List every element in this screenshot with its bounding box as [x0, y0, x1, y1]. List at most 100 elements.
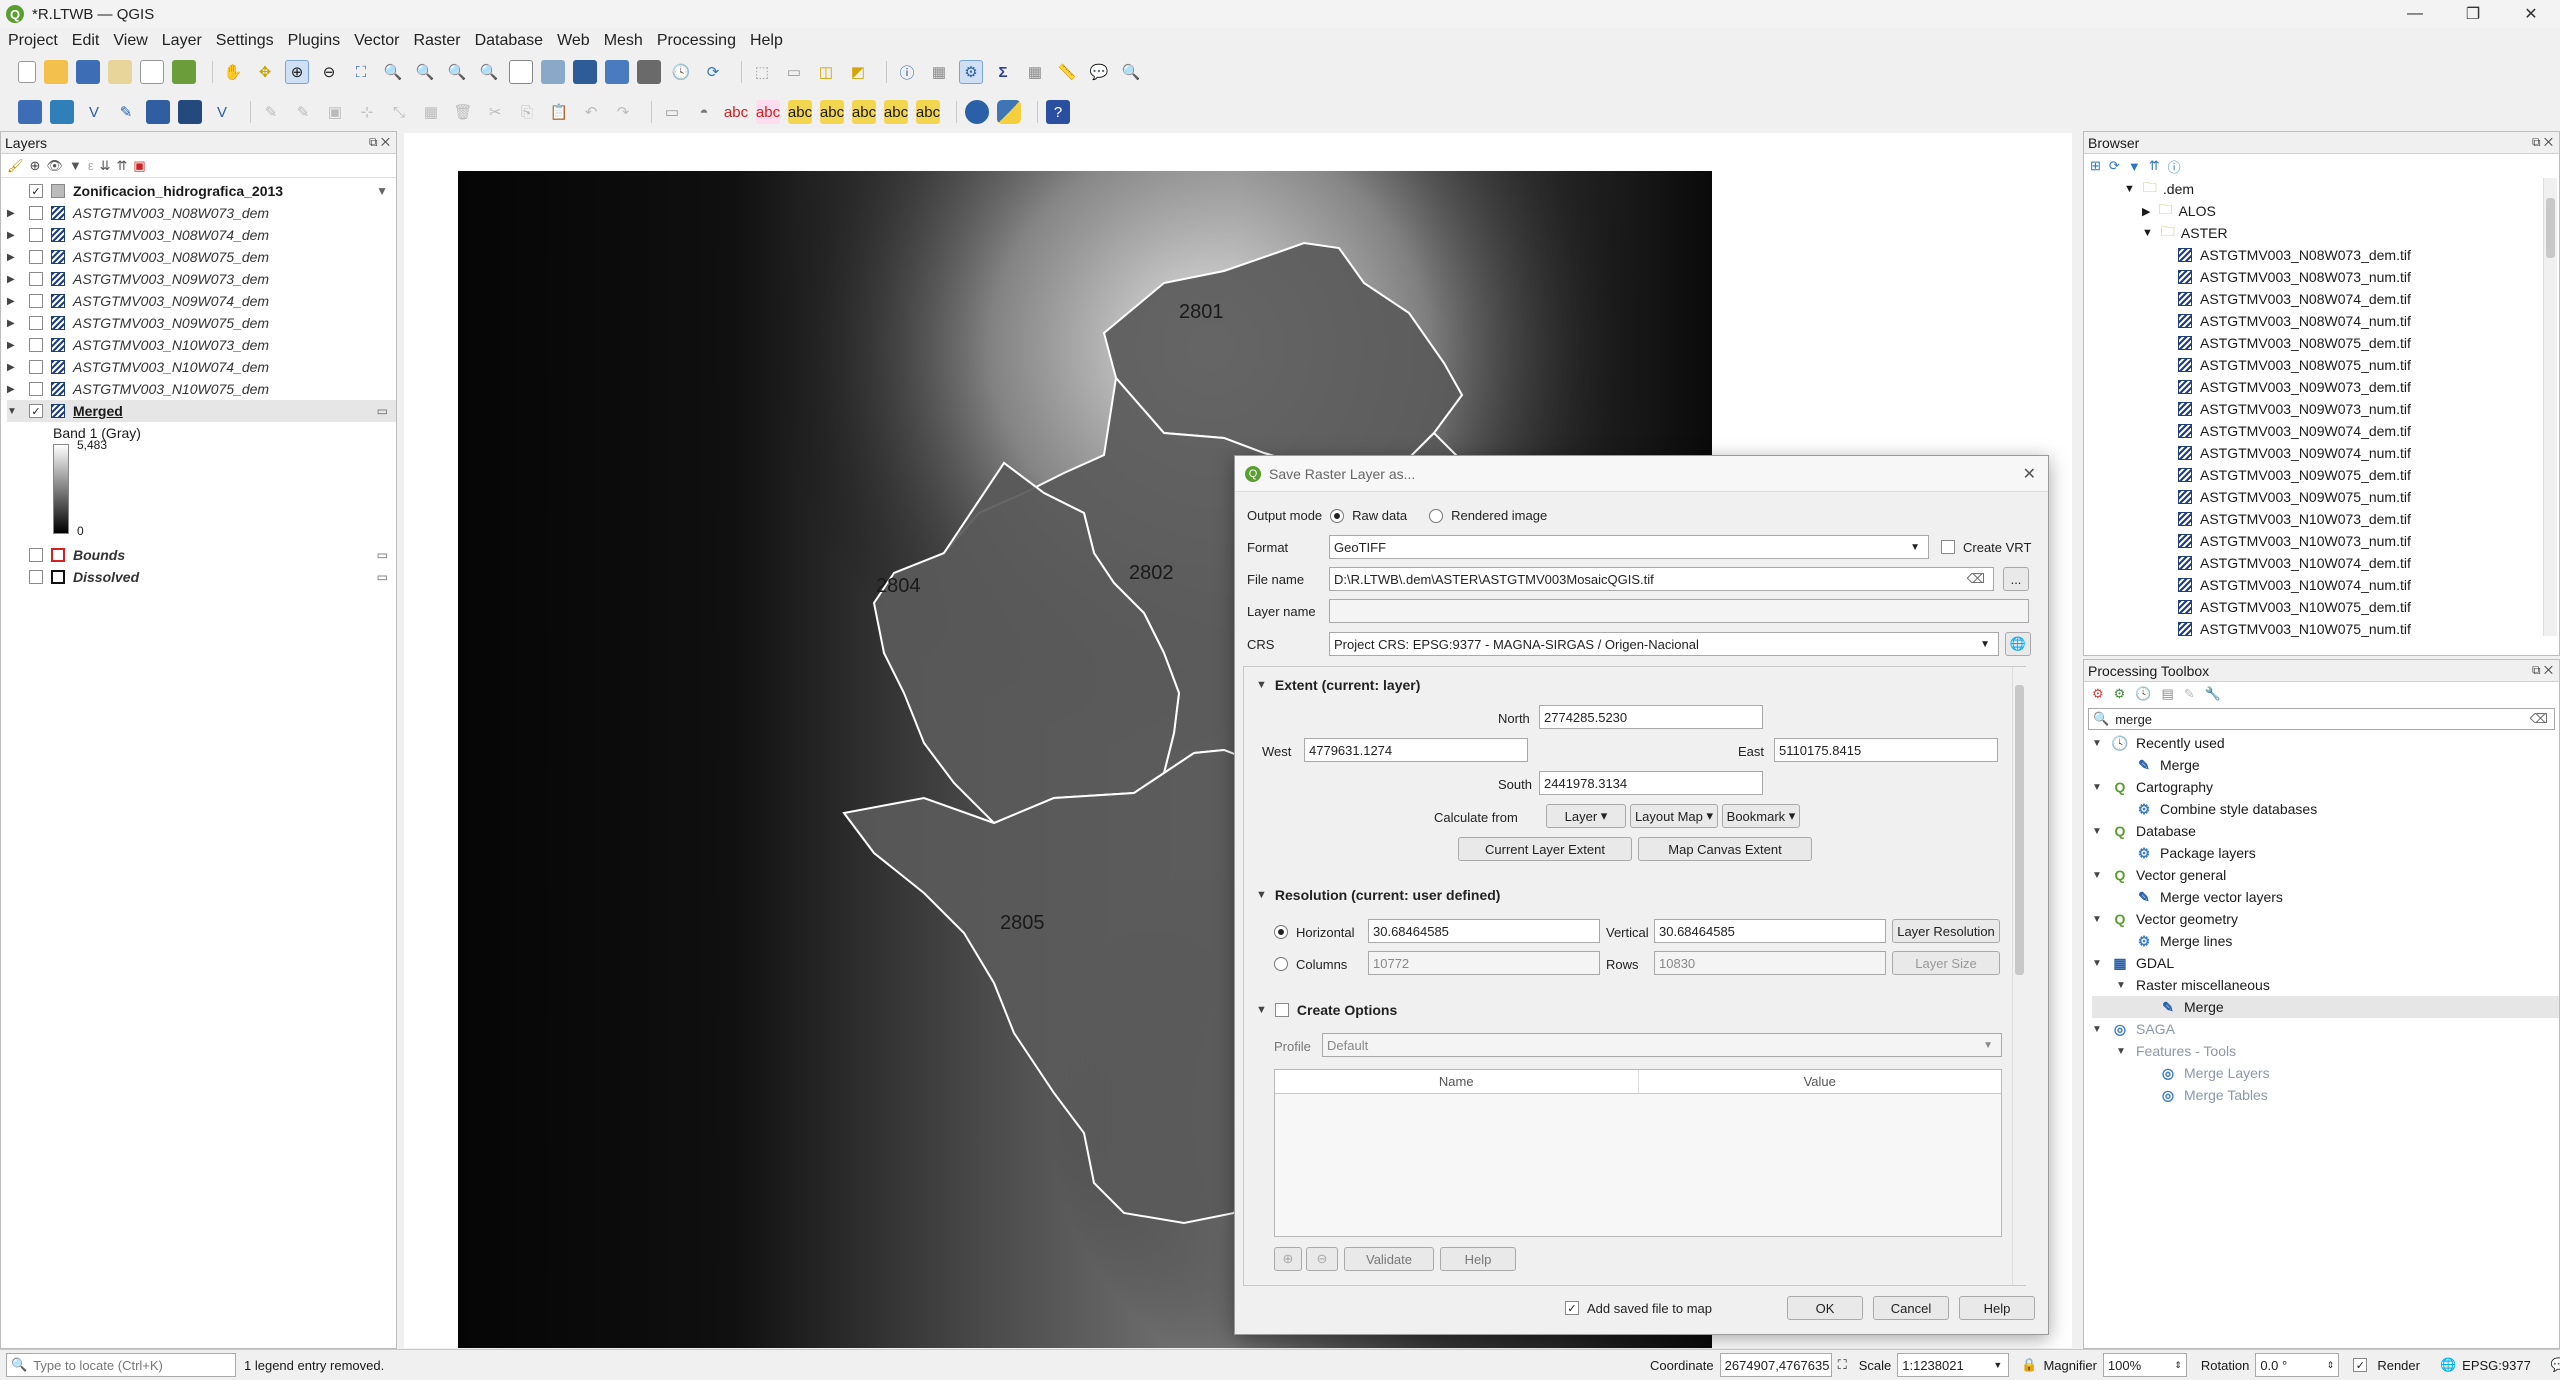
menu-web[interactable]: Web — [557, 32, 590, 50]
attribute-table-icon[interactable]: ▦ — [927, 60, 951, 84]
browser-file-item[interactable]: ASTGTMV003_N10W074_num.tif — [2124, 574, 2559, 596]
expand-icon[interactable]: ▼ — [2092, 958, 2104, 969]
layer-visibility-checkbox[interactable]: ✓ — [29, 404, 43, 418]
layer-visibility-checkbox[interactable] — [29, 228, 43, 242]
browser-file-item[interactable]: ASTGTMV003_N10W073_num.tif — [2124, 530, 2559, 552]
layer-row[interactable]: ▶ ASTGTMV003_N08W074_dem — [7, 224, 396, 246]
layer-row[interactable]: ▶ ASTGTMV003_N09W075_dem — [7, 312, 396, 334]
new-geopackage-icon[interactable] — [50, 100, 74, 124]
layer-visibility-checkbox[interactable]: ✓ — [29, 184, 43, 198]
new-3d-view-icon[interactable] — [573, 60, 597, 84]
new-map-view-icon[interactable] — [541, 60, 565, 84]
collapse-all-icon[interactable]: ⇈ — [117, 158, 128, 174]
expand-icon[interactable]: ▼ — [2092, 1024, 2104, 1035]
maximize-button[interactable]: ❐ — [2444, 0, 2502, 28]
globe-icon[interactable] — [965, 100, 989, 124]
browser-file-item[interactable]: ASTGTMV003_N10W074_dem.tif — [2124, 552, 2559, 574]
scale-select[interactable]: 1:1238021 ▼ — [1897, 1353, 2010, 1377]
crs-status[interactable]: EPSG:9377 — [2462, 1358, 2531, 1373]
delete-selected-icon[interactable]: 🗑 — [451, 100, 475, 124]
crs-select[interactable]: Project CRS: EPSG:9377 - MAGNA-SIRGAS / … — [1329, 632, 1999, 656]
expand-icon[interactable]: ▶ — [7, 296, 19, 307]
label-change-icon[interactable]: abc — [852, 100, 876, 124]
render-checkbox[interactable]: ✓ — [2353, 1358, 2368, 1372]
browser-file-item[interactable]: ASTGTMV003_N08W074_dem.tif — [2124, 288, 2559, 310]
filter-legend-icon[interactable]: ▼ — [69, 158, 82, 173]
messages-icon[interactable]: 💬 — [2551, 1357, 2560, 1373]
browser-file-item[interactable]: ASTGTMV003_N08W075_num.tif — [2124, 354, 2559, 376]
browser-scrollbar[interactable] — [2543, 178, 2557, 636]
calc-layout-map-button[interactable]: Layout Map ▾ — [1630, 804, 1718, 828]
layer-visibility-checkbox[interactable] — [29, 294, 43, 308]
results-icon[interactable]: ▤ — [2162, 686, 2174, 702]
toolbox-group[interactable]: ▼ Q Database — [2092, 820, 2559, 842]
expand-icon[interactable]: ▶ — [7, 340, 19, 351]
expand-all-icon[interactable]: ⇊ — [100, 158, 111, 174]
expand-icon[interactable]: ▶ — [7, 208, 19, 219]
layer-visibility-checkbox[interactable] — [29, 570, 43, 584]
menu-layer[interactable]: Layer — [162, 32, 202, 50]
add-selected-icon[interactable]: ⊞ — [2090, 158, 2101, 174]
copy-icon[interactable]: ⎘ — [515, 100, 539, 124]
new-spatialite-icon[interactable]: ✎ — [114, 100, 138, 124]
label-show-icon[interactable]: abc — [884, 100, 908, 124]
layer-row[interactable]: ✓ Zonificacion_hidrografica_2013 ▼ — [7, 180, 396, 202]
ok-button[interactable]: OK — [1787, 1296, 1863, 1320]
expand-icon[interactable]: ▼ — [2092, 826, 2104, 837]
zoom-native-icon[interactable]: 🔍 — [445, 60, 469, 84]
print-layout-icon[interactable] — [140, 60, 164, 84]
layer-visibility-checkbox[interactable] — [29, 338, 43, 352]
toolbox-search-input[interactable]: 🔍 merge ⌫ — [2088, 708, 2555, 730]
menu-vector[interactable]: Vector — [354, 32, 399, 50]
expand-icon[interactable]: ▼ — [2092, 738, 2104, 749]
coordinate-input[interactable]: 2674907,4767635 — [1719, 1353, 1832, 1377]
extent-section-header[interactable]: ▼ Extent (current: layer) — [1256, 677, 1420, 693]
layer-row[interactable]: ▶ ASTGTMV003_N10W075_dem — [7, 378, 396, 400]
undo-icon[interactable]: ↶ — [579, 100, 603, 124]
vertical-input[interactable]: 30.68464585 — [1654, 919, 1886, 943]
browse-button[interactable]: ... — [2003, 567, 2029, 591]
browser-file-item[interactable]: ASTGTMV003_N09W074_dem.tif — [2124, 420, 2559, 442]
file-name-input[interactable]: D:\R.LTWB\.dem\ASTER\ASTGTMV003MosaicQGI… — [1329, 567, 1994, 591]
label-toolbar-icon[interactable]: ▭ — [660, 100, 684, 124]
toolbox-item[interactable]: ✎ Merge vector layers — [2092, 886, 2559, 908]
horizontal-radio[interactable] — [1274, 925, 1288, 939]
measure-icon[interactable]: 📏 — [1055, 60, 1079, 84]
toolbox-group[interactable]: ▼ Q Cartography — [2092, 776, 2559, 798]
menu-edit[interactable]: Edit — [72, 32, 100, 50]
python-console-icon[interactable] — [997, 100, 1021, 124]
new-virtual-layer-icon[interactable] — [146, 100, 170, 124]
minimize-button[interactable]: — — [2386, 0, 2444, 28]
resolution-section-header[interactable]: ▼ Resolution (current: user defined) — [1256, 887, 1500, 903]
zoom-next-icon[interactable] — [509, 60, 533, 84]
browser-refresh-icon[interactable]: ⟳ — [2109, 158, 2120, 174]
options-icon[interactable]: 🔧 — [2205, 686, 2221, 702]
select-location-icon[interactable]: ◩ — [846, 60, 870, 84]
menu-database[interactable]: Database — [475, 32, 544, 50]
expand-icon[interactable]: ▼ — [2092, 914, 2104, 925]
browser-folder-aster[interactable]: ▼ 🗀 ASTER — [2124, 222, 2559, 244]
layer-visibility-checkbox[interactable] — [29, 316, 43, 330]
redo-icon[interactable]: ↷ — [611, 100, 635, 124]
new-project-icon[interactable] — [18, 61, 36, 83]
add-option-icon[interactable]: ⊕ — [1274, 1247, 1302, 1271]
expand-icon[interactable]: ▼ — [2116, 1046, 2128, 1057]
filter-expression-icon[interactable]: ε — [88, 158, 94, 173]
layer-row[interactable]: Dissolved ▭ — [7, 566, 396, 588]
toolbox-icon[interactable]: ⚙ — [959, 60, 983, 84]
browser-file-item[interactable]: ASTGTMV003_N08W073_num.tif — [2124, 266, 2559, 288]
layer-indicator-icon[interactable]: ▭ — [377, 548, 388, 562]
close-button[interactable]: ✕ — [2502, 0, 2560, 28]
select-by-value-icon[interactable]: ▭ — [782, 60, 806, 84]
clear-file-icon[interactable]: ⌫ — [1967, 571, 1985, 587]
profile-select[interactable]: Default ▼ — [1322, 1033, 2002, 1057]
layer-row[interactable]: ▶ ASTGTMV003_N10W073_dem — [7, 334, 396, 356]
toolbox-item[interactable]: ◎ Merge Tables — [2092, 1084, 2559, 1106]
panel-close-icon[interactable]: ⧉ ✕ — [369, 135, 396, 150]
menu-processing[interactable]: Processing — [657, 32, 736, 50]
browser-file-item[interactable]: ASTGTMV003_N08W075_dem.tif — [2124, 332, 2559, 354]
menu-raster[interactable]: Raster — [413, 32, 460, 50]
layer-row[interactable]: ▶ ASTGTMV003_N10W074_dem — [7, 356, 396, 378]
scripts-icon[interactable]: ⚙ — [2114, 686, 2126, 702]
format-select[interactable]: GeoTIFF ▼ — [1329, 535, 1929, 559]
